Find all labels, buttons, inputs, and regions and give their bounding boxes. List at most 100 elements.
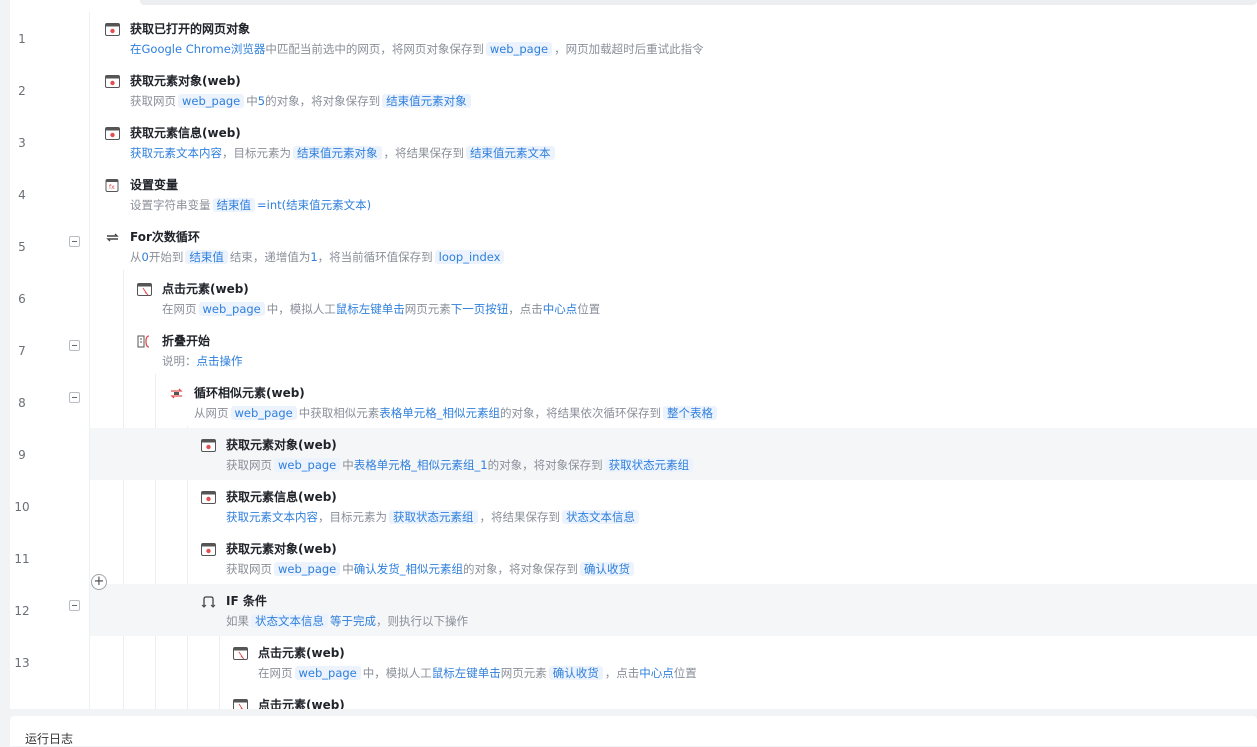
desc-text: ，点击 bbox=[508, 302, 543, 316]
variable-tag[interactable]: 状态文本信息 bbox=[251, 614, 328, 628]
variable-tag[interactable]: 获取状态元素组 bbox=[604, 458, 694, 472]
step-description: 获取网页 web_page 中表格单元格_相似元素组_1的对象，将对象保存到 获取状态… bbox=[226, 457, 695, 473]
browser-icon bbox=[201, 541, 216, 556]
flow-step-row[interactable]: 11 获取元素对象(web) 获取网页 web_page 中确认发货_相似元素组的对象，… bbox=[10, 532, 1257, 584]
variable-tag[interactable]: loop_index bbox=[434, 250, 505, 264]
step-title: 点击元素(web) bbox=[258, 698, 345, 709]
step-description: 如果 状态文本信息 等于完成，则执行以下操作 bbox=[226, 613, 468, 629]
flow-step-row[interactable]: 2 获取元素对象(web) 获取网页 web_page 中5的对象，将对象保存到 结束值元… bbox=[10, 64, 1257, 116]
desc-text: 在网页 bbox=[258, 666, 293, 680]
desc-text: 中，模拟人工 bbox=[362, 666, 432, 680]
variable-tag[interactable]: 结束值 bbox=[185, 250, 228, 264]
flow-step-row[interactable]: 13 点击元素(web) 在网页 web_page 中，模拟人工鼠标左键单击网页元素 确认… bbox=[10, 636, 1257, 688]
step-title: 点击元素(web) bbox=[162, 282, 249, 296]
step-title: 获取元素信息(web) bbox=[226, 490, 337, 504]
collapse-toggle[interactable] bbox=[69, 600, 80, 611]
flow-step-row[interactable]: 9 获取元素对象(web) 获取网页 web_page 中表格单元格_相似元素组_1的对… bbox=[18, 428, 1257, 480]
flow-step-row[interactable]: 5 For次数循环 从0开始到 结束值 结束，递增值为1，将当前循环值保存到 loop_i… bbox=[10, 220, 1257, 272]
param-value: 表格单元格_相似元素组_1 bbox=[353, 458, 488, 472]
variable-tag[interactable]: web_page bbox=[178, 94, 245, 108]
desc-text: 从 bbox=[130, 250, 142, 264]
variable-icon: fx bbox=[105, 177, 120, 192]
browser-icon bbox=[105, 21, 120, 36]
desc-text: 说明： bbox=[162, 354, 197, 368]
run-log-panel[interactable]: 运行日志 bbox=[10, 716, 1257, 746]
desc-text: 获取网页 bbox=[226, 562, 272, 576]
variable-tag[interactable]: 状态文本信息 bbox=[562, 510, 639, 524]
desc-text: 中 bbox=[342, 562, 354, 576]
line-number: 5 bbox=[18, 240, 26, 254]
variable-tag[interactable]: web_page bbox=[198, 302, 265, 316]
variable-tag[interactable]: 确认收货 bbox=[548, 666, 603, 680]
desc-text: 获取网页 bbox=[226, 458, 272, 472]
line-number: 13 bbox=[14, 656, 30, 670]
collapse-toggle[interactable] bbox=[69, 340, 80, 351]
flow-step-row[interactable]: 点击元素(web) bbox=[10, 688, 1257, 709]
param-value: 确认发货_相似元素组 bbox=[353, 562, 464, 576]
param-value: 在Google Chrome浏览器 bbox=[130, 42, 266, 56]
line-number: 3 bbox=[18, 136, 26, 150]
variable-tag[interactable]: 获取状态元素组 bbox=[389, 510, 478, 524]
variable-tag[interactable]: web_page bbox=[230, 406, 297, 420]
variable-tag[interactable]: 结束值 bbox=[212, 198, 255, 212]
param-value: 5 bbox=[257, 94, 266, 108]
desc-text: 设置字符串变量 bbox=[130, 198, 211, 212]
variable-tag[interactable]: 整个表格 bbox=[663, 406, 718, 420]
line-number: 10 bbox=[14, 500, 30, 514]
desc-text: ，目标元素为 bbox=[318, 510, 387, 524]
line-number: 9 bbox=[18, 448, 26, 462]
flow-step-row[interactable]: 8 循环相似元素(web) 从网页 web_page 中获取相似元素表格单元格_相似元素… bbox=[10, 376, 1257, 428]
line-number: 11 bbox=[14, 552, 30, 566]
line-number: 12 bbox=[14, 604, 30, 618]
variable-tag[interactable]: 确认收货 bbox=[580, 562, 635, 576]
variable-tag[interactable]: web_page bbox=[294, 666, 361, 680]
param-value: 鼠标左键单击 bbox=[431, 666, 501, 680]
flow-step-row[interactable]: 6 点击元素(web) 在网页 web_page 中，模拟人工鼠标左键单击网页元素下一页… bbox=[10, 272, 1257, 324]
variable-tag[interactable]: 结束值元素对象 bbox=[293, 146, 382, 160]
flow-step-row[interactable]: 10 获取元素信息(web) 获取元素文本内容，目标元素为 获取状态元素组 ，将结果保存… bbox=[10, 480, 1257, 532]
flow-step-row[interactable]: 1 获取已打开的网页对象在Google Chrome浏览器中匹配当前选中的网页，将… bbox=[10, 12, 1257, 64]
variable-tag[interactable]: web_page bbox=[274, 562, 341, 576]
desc-text: 网页元素 bbox=[500, 666, 547, 680]
variable-tag[interactable]: web_page bbox=[274, 458, 341, 472]
desc-text: 位置 bbox=[577, 302, 601, 316]
step-title: IF 条件 bbox=[226, 594, 267, 608]
param-value: 0 bbox=[141, 250, 149, 264]
if-icon bbox=[201, 593, 216, 608]
param-value: =int(结束值元素文本) bbox=[257, 198, 372, 212]
desc-text: 的对象，将对象保存到 bbox=[487, 458, 603, 472]
browser-icon bbox=[105, 73, 120, 88]
variable-tag[interactable]: web_page bbox=[485, 42, 553, 56]
desc-text: ，则执行以下操作 bbox=[376, 614, 468, 628]
step-title: 获取元素对象(web) bbox=[226, 438, 337, 452]
click-icon bbox=[233, 697, 248, 709]
desc-text: 的对象，将对象保存到 bbox=[265, 94, 381, 108]
desc-text: ，将结果保存到 bbox=[383, 146, 465, 160]
param-value: 点击操作 bbox=[196, 354, 243, 368]
collapse-toggle[interactable] bbox=[69, 236, 80, 247]
desc-text: 在网页 bbox=[162, 302, 197, 316]
step-title: 获取已打开的网页对象 bbox=[130, 22, 251, 36]
flow-step-row[interactable]: 7 折叠开始 说明：点击操作 bbox=[10, 324, 1257, 376]
flow-step-row[interactable]: 3 获取元素信息(web) 获取元素文本内容，目标元素为 结束值元素对象 ，将结果保存到… bbox=[10, 116, 1257, 168]
loop-icon bbox=[105, 229, 120, 242]
line-number: 6 bbox=[18, 292, 26, 306]
flow-step-row[interactable]: 4 fx 设置变量 设置字符串变量 结束值 =int(结束值元素文本) bbox=[10, 168, 1257, 220]
desc-text: 中 bbox=[342, 458, 354, 472]
line-number: 1 bbox=[18, 32, 26, 46]
step-title: 获取元素信息(web) bbox=[130, 126, 241, 140]
desc-text: 的对象，将结果依次循环保存到 bbox=[500, 406, 662, 420]
desc-text: 中，模拟人工 bbox=[266, 302, 336, 316]
variable-tag[interactable]: 结束值元素文本 bbox=[466, 146, 555, 160]
loop-similar-icon bbox=[169, 385, 184, 399]
desc-text: 中匹配当前选中的网页，将网页对象保存到 bbox=[265, 42, 484, 56]
flow-step-row[interactable]: 12 IF 条件如果 状态文本信息 等于完成，则执行以下操作 bbox=[14, 584, 1257, 636]
line-number: 7 bbox=[18, 344, 26, 358]
add-step-button[interactable]: + bbox=[91, 574, 107, 590]
step-description: 说明：点击操作 bbox=[162, 353, 243, 369]
fold-start-icon bbox=[137, 333, 152, 348]
variable-tag[interactable]: 结束值元素对象 bbox=[382, 94, 471, 108]
param-value: 1 bbox=[310, 250, 318, 264]
collapse-toggle[interactable] bbox=[69, 392, 80, 403]
desc-text: 结束，递增值为 bbox=[229, 250, 311, 264]
